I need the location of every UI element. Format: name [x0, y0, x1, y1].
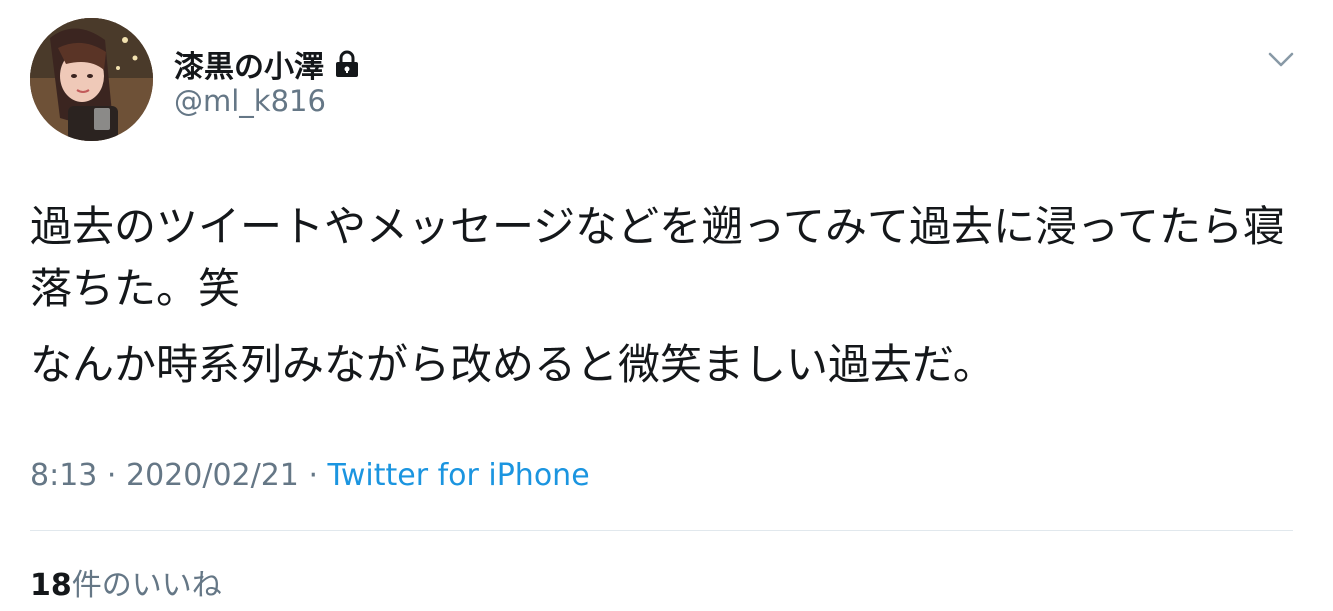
likes-stat[interactable]: 18件のいいね: [30, 560, 222, 604]
meta-separator: ·: [298, 458, 328, 493]
avatar-photo: [30, 18, 153, 141]
tweet-time[interactable]: 8:13: [30, 458, 97, 493]
meta-separator: ·: [97, 458, 126, 493]
tweet-paragraph-1: 過去のツイートやメッセージなどを遡ってみて過去に浸ってたら寝落ちた。笑: [30, 202, 1285, 313]
lock-icon: [334, 50, 360, 78]
avatar[interactable]: [30, 18, 153, 141]
author-name-row: 漆黒の小澤: [174, 42, 360, 86]
tweet-source-link[interactable]: Twitter for iPhone: [328, 458, 590, 493]
tweet-date[interactable]: 2020/02/21: [126, 458, 299, 493]
divider: [30, 530, 1293, 531]
tweet-paragraph-2: なんか時系列みながら改めると微笑ましい過去だ。: [30, 340, 995, 389]
author-display-name[interactable]: 漆黒の小澤: [174, 42, 324, 86]
likes-label: 件のいいね: [71, 568, 222, 603]
tweet-meta: 8:13 · 2020/02/21 · Twitter for iPhone: [30, 458, 590, 493]
author-handle[interactable]: @ml_k816: [174, 84, 326, 118]
chevron-down-icon[interactable]: [1266, 46, 1296, 72]
tweet-text: 過去のツイートやメッセージなどを遡ってみて過去に浸ってたら寝落ちた。笑 なんか時…: [30, 196, 1290, 396]
likes-count: 18: [30, 568, 72, 603]
